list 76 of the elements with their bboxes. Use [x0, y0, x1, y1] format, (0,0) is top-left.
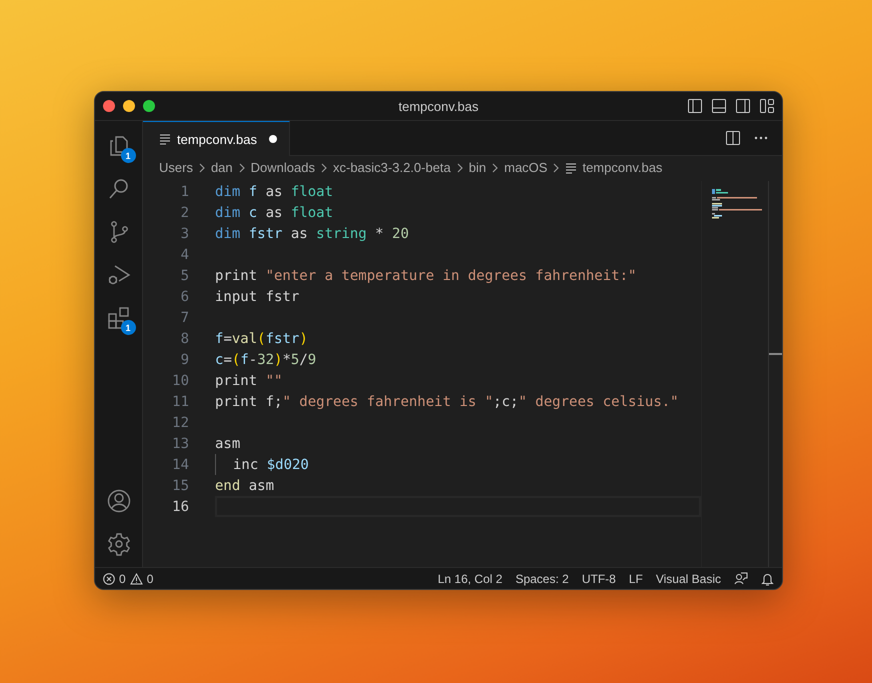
line-number: 6: [180, 288, 189, 304]
line-number: 5: [180, 268, 189, 284]
breadcrumb-item[interactable]: Users: [159, 160, 193, 175]
problems-indicator[interactable]: 0 0: [103, 572, 154, 586]
line-number: 1: [180, 184, 189, 200]
close-window-button[interactable]: [103, 100, 115, 112]
code-line: print "": [215, 372, 282, 388]
code-line: c=(f-32)*5/9: [215, 352, 316, 368]
line-number: 13: [171, 436, 189, 452]
feedback-icon[interactable]: [734, 572, 748, 586]
line-number: 15: [171, 478, 189, 494]
line-number: 7: [180, 310, 189, 326]
line-number: 8: [180, 330, 189, 346]
chevron-icon: [552, 162, 560, 172]
line-number: 4: [180, 246, 189, 262]
file-lines-icon: [565, 162, 578, 174]
scrollbar-thumb[interactable]: [769, 353, 782, 355]
code-line: dim c as float: [215, 204, 334, 220]
error-icon: [103, 572, 115, 584]
code-line: inc $d020: [233, 456, 309, 472]
line-number: 9: [180, 352, 189, 368]
chevron-icon: [320, 162, 328, 172]
account-icon[interactable]: [106, 489, 130, 513]
count-badge: 1: [120, 148, 136, 163]
right-sidebar-layout-icon[interactable]: [736, 99, 750, 113]
breadcrumb-item[interactable]: dan: [210, 160, 233, 175]
play-bug-icon[interactable]: [106, 263, 130, 287]
line-number: 14: [171, 456, 189, 472]
tab-label: tempconv.bas: [177, 132, 257, 146]
line-number: 12: [171, 414, 189, 430]
breadcrumb-item[interactable]: tempconv.bas: [582, 160, 662, 175]
customize-layout-icon[interactable]: [760, 99, 774, 113]
minimize-button[interactable]: [123, 100, 135, 112]
editor-tab[interactable]: tempconv.bas: [143, 121, 290, 156]
count-badge: 1: [120, 320, 136, 335]
zoom-button[interactable]: [143, 100, 155, 112]
code-line: print f;" degrees fahrenheit is ";c;" degrees celsius.": [215, 394, 679, 410]
chevron-icon: [491, 162, 500, 172]
chevron-icon: [238, 162, 246, 172]
warning-icon: [130, 572, 143, 584]
breadcrumb-item[interactable]: xc-basic3-3.2.0-beta: [332, 160, 451, 175]
code-line: asm: [215, 436, 240, 452]
more-icon[interactable]: [754, 136, 768, 140]
code-line: f=val(fstr): [215, 330, 308, 346]
settings-icon[interactable]: [106, 532, 130, 556]
code-line: dim fstr as string * 20: [215, 226, 409, 242]
line-number: 10: [171, 372, 189, 388]
split-editor-icon[interactable]: [726, 131, 740, 145]
warning-count: 0: [146, 572, 154, 586]
bell-icon[interactable]: [761, 572, 774, 586]
minimap-drawing: [712, 189, 762, 219]
chevron-icon: [198, 162, 206, 172]
error-count: 0: [119, 572, 126, 586]
breadcrumb-item[interactable]: macOS: [504, 160, 548, 175]
search-icon[interactable]: [106, 177, 130, 201]
panel-layout-icon[interactable]: [712, 99, 726, 113]
line-number: 11: [171, 394, 189, 410]
chevron-icon: [456, 162, 464, 172]
sidebar-layout-icon[interactable]: [688, 99, 702, 113]
window-title: tempconv.bas: [398, 98, 480, 114]
status-item[interactable]: LF: [628, 572, 643, 586]
breadcrumb-item[interactable]: bin: [468, 160, 486, 175]
line-number: 16: [171, 498, 189, 514]
status-item[interactable]: Visual Basic: [656, 572, 721, 586]
status-item[interactable]: Ln 16, Col 2: [438, 572, 502, 586]
code-line: input fstr: [215, 288, 300, 304]
code-line: end asm: [215, 478, 274, 494]
status-item[interactable]: Spaces: 2: [515, 572, 569, 586]
line-number: 3: [180, 226, 189, 242]
file-lines-icon: [159, 133, 171, 145]
breadcrumb-item[interactable]: Downloads: [250, 160, 315, 175]
line-number: 2: [180, 204, 189, 220]
code-line: dim f as float: [215, 184, 334, 200]
status-item[interactable]: UTF-8: [582, 572, 616, 586]
blocks-icon[interactable]: [106, 306, 130, 330]
code-line: print "enter a temperature in degrees fahrenheit:": [215, 268, 636, 284]
